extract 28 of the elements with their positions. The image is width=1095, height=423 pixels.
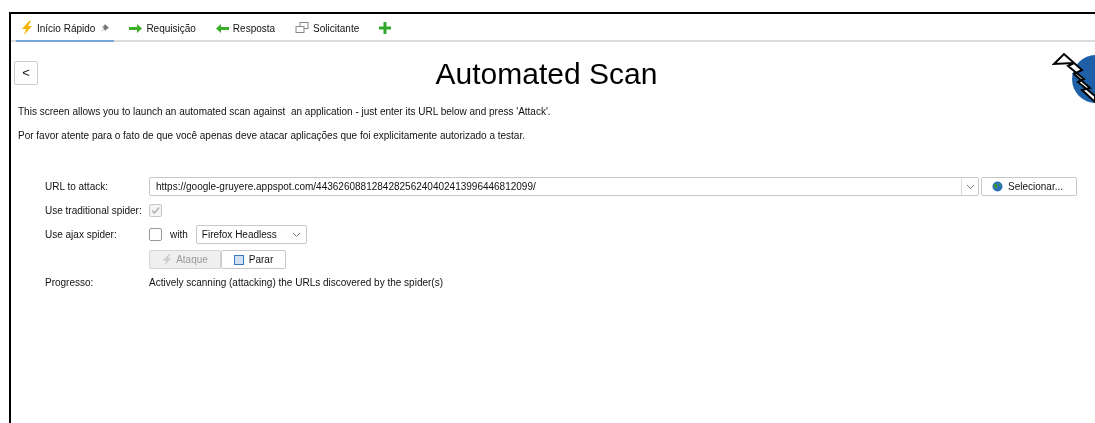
chevron-down-icon [291, 231, 301, 238]
lightning-icon [21, 21, 33, 35]
field-label: Progresso: [45, 276, 95, 290]
browser-dropdown[interactable]: Firefox Headless [195, 225, 307, 244]
tab[interactable]: Requisição [124, 16, 201, 42]
left-arrow-icon [215, 23, 229, 33]
page-title: Automated Scan [435, 55, 658, 92]
right-arrow-icon [129, 23, 143, 33]
url-combobox[interactable]: https://google-gruyere.appspot.com/443626088128428256240402413996446812099/ [149, 177, 979, 196]
tab[interactable]: Início Rápido [16, 16, 115, 42]
progress-status: Actively scanning (attacking) the URLs discovered by the spider(s) [149, 276, 445, 290]
plus-icon [379, 22, 392, 34]
field-label: Use traditional spider: [45, 204, 143, 218]
checkbox[interactable] [149, 228, 162, 241]
tab[interactable]: Solicitante [290, 16, 365, 42]
windows-icon [295, 22, 310, 34]
back-button[interactable]: < [14, 61, 38, 85]
tab[interactable]: Resposta [210, 16, 281, 42]
pin-icon[interactable] [101, 24, 110, 32]
intro-text: This screen allows you to launch an automated scan against an application - just enter its URL below and press 'Attack'. [18, 105, 552, 119]
select-button[interactable]: Selecionar... [981, 177, 1077, 196]
globe-icon [992, 181, 1003, 192]
with-label: with [170, 228, 188, 242]
field-label: Use ajax spider: [45, 228, 118, 242]
lightning-icon [162, 253, 173, 266]
stop-button[interactable]: Parar [221, 250, 286, 269]
field-label: URL to attack: [45, 180, 109, 194]
intro-text: Por favor atente para o fato de que você apenas deve atacar aplicações que foi explicitamente autorizado a testar. [18, 129, 526, 143]
